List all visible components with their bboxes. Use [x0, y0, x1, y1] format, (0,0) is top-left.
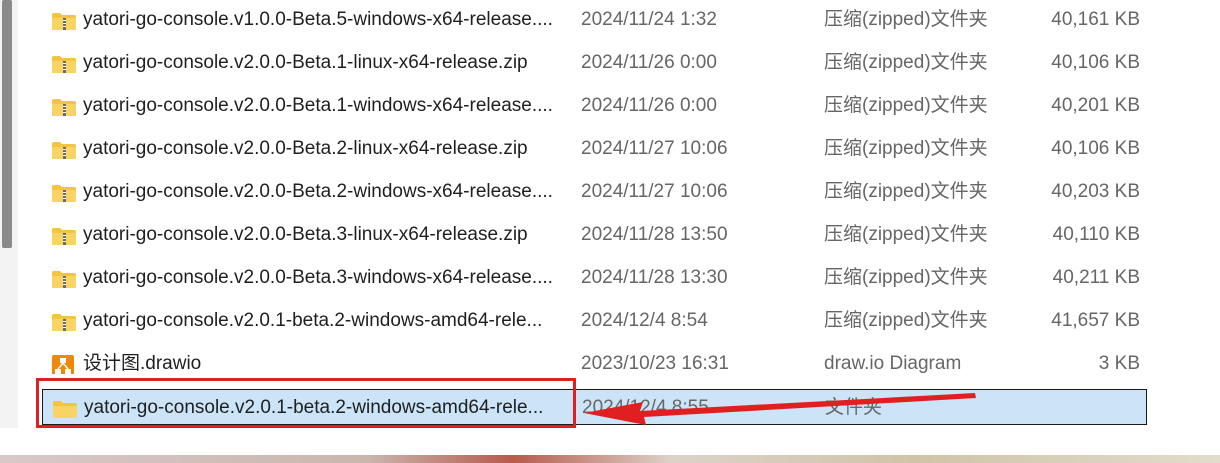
file-size: [983, 390, 1141, 426]
file-date: 2024/12/4 8:55: [582, 397, 709, 418]
drawio-icon: [52, 354, 76, 374]
file-row[interactable]: yatori-go-console.v2.0.1-beta.2-windows-…: [42, 303, 1147, 339]
file-name: yatori-go-console.v2.0.0-Beta.2-linux-x6…: [83, 138, 528, 159]
file-size: 3 KB: [1098, 353, 1140, 374]
file-row[interactable]: yatori-go-console.v2.0.1-beta.2-windows-…: [42, 389, 1147, 425]
desktop-background-strip: [0, 455, 1220, 463]
navigation-pane: [0, 0, 18, 428]
folder-icon: [53, 398, 77, 418]
file-name: yatori-go-console.v2.0.1-beta.2-windows-…: [83, 310, 543, 331]
zip-folder-icon: [52, 311, 76, 331]
file-size: 40,203 KB: [1051, 181, 1140, 202]
file-name: yatori-go-console.v2.0.0-Beta.3-windows-…: [83, 267, 553, 288]
file-date: 2024/11/28 13:50: [581, 224, 728, 245]
file-name: yatori-go-console.v2.0.1-beta.2-windows-…: [84, 397, 544, 418]
file-date: 2024/11/27 10:06: [581, 138, 728, 159]
zip-folder-icon: [52, 10, 76, 30]
file-row[interactable]: yatori-go-console.v2.0.0-Beta.3-windows-…: [42, 260, 1147, 296]
file-row[interactable]: yatori-go-console.v2.0.0-Beta.1-linux-x6…: [42, 45, 1147, 81]
file-list: yatori-go-console.v1.0.0-Beta.5-windows-…: [42, 0, 1152, 428]
file-size: 40,201 KB: [1051, 95, 1140, 116]
file-date: 2024/12/4 8:54: [581, 310, 708, 331]
file-date: 2024/11/28 13:30: [581, 267, 728, 288]
file-size: 40,161 KB: [1051, 9, 1140, 30]
file-name: yatori-go-console.v2.0.0-Beta.3-linux-x6…: [83, 224, 528, 245]
file-size: 40,106 KB: [1051, 138, 1140, 159]
zip-folder-icon: [52, 225, 76, 245]
file-date: 2023/10/23 16:31: [581, 353, 729, 374]
file-row[interactable]: 设计图.drawio 2023/10/23 16:31 draw.io Diagra…: [42, 346, 1147, 382]
file-date: 2024/11/26 0:00: [581, 52, 717, 73]
zip-folder-icon: [52, 53, 76, 73]
zip-folder-icon: [52, 268, 76, 288]
file-name: 设计图.drawio: [83, 353, 202, 374]
file-size: 40,110 KB: [1052, 224, 1140, 245]
file-size: 40,211 KB: [1052, 267, 1140, 288]
file-row[interactable]: yatori-go-console.v2.0.0-Beta.1-windows-…: [42, 88, 1147, 124]
zip-folder-icon: [52, 139, 76, 159]
file-row[interactable]: yatori-go-console.v2.0.0-Beta.2-linux-x6…: [42, 131, 1147, 167]
file-name: yatori-go-console.v1.0.0-Beta.5-windows-…: [83, 9, 553, 30]
file-date: 2024/11/27 10:06: [581, 181, 728, 202]
file-row[interactable]: yatori-go-console.v1.0.0-Beta.5-windows-…: [42, 2, 1147, 38]
zip-folder-icon: [52, 182, 76, 202]
file-name: yatori-go-console.v2.0.0-Beta.1-linux-x6…: [83, 52, 528, 73]
file-date: 2024/11/26 0:00: [581, 95, 717, 116]
file-name: yatori-go-console.v2.0.0-Beta.2-windows-…: [83, 181, 553, 202]
zip-folder-icon: [52, 96, 76, 116]
file-explorer-window: yatori-go-console.v1.0.0-Beta.5-windows-…: [0, 0, 1220, 463]
file-name: yatori-go-console.v2.0.0-Beta.1-windows-…: [83, 95, 553, 116]
file-size: 41,657 KB: [1051, 310, 1140, 331]
file-row[interactable]: yatori-go-console.v2.0.0-Beta.3-linux-x6…: [42, 217, 1147, 253]
nav-scrollbar-thumb[interactable]: [2, 0, 12, 248]
file-row[interactable]: yatori-go-console.v2.0.0-Beta.2-windows-…: [42, 174, 1147, 210]
file-size: 40,106 KB: [1051, 52, 1140, 73]
file-date: 2024/11/24 1:32: [581, 9, 717, 30]
